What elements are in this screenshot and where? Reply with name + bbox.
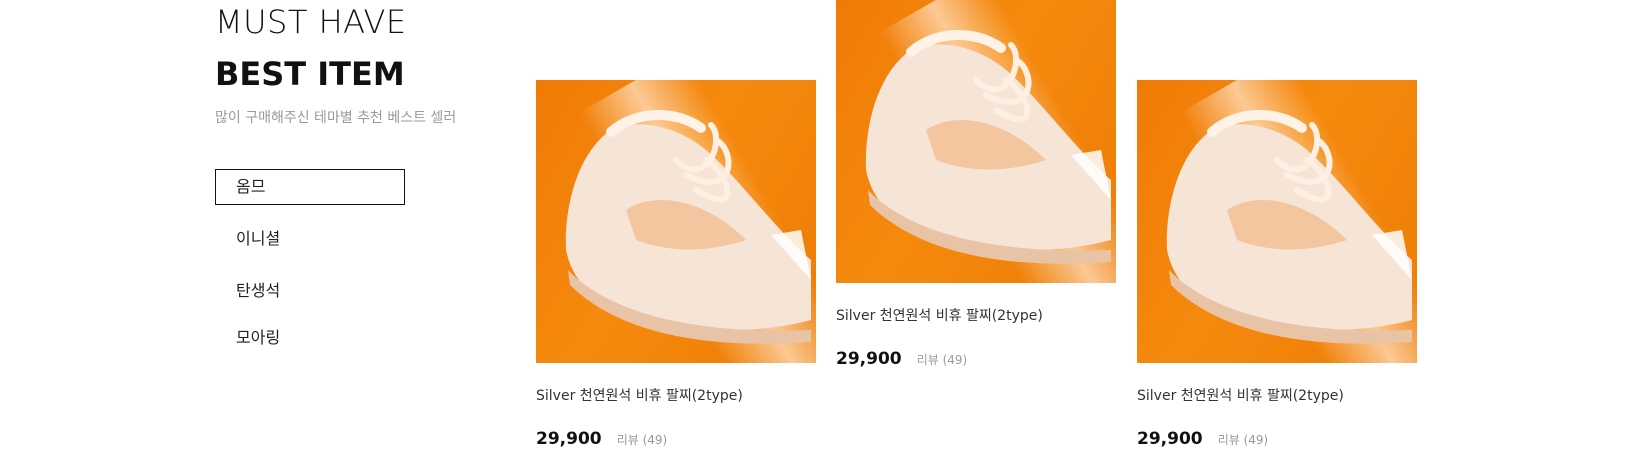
best-item-section: MUST HAVE BEST ITEM 많이 구매해주신 테마별 추천 베스트 … xyxy=(0,0,1629,469)
tab-moa-ring[interactable]: 모아링 xyxy=(215,320,405,356)
product-name[interactable]: Silver 천연원석 비휴 팔찌(2type) xyxy=(1137,385,1417,405)
tab-initial[interactable]: 이니셜 xyxy=(215,221,405,257)
review-count: 리뷰 (49) xyxy=(616,433,668,447)
product-price: 29,900 xyxy=(536,429,602,449)
product-card[interactable]: Silver 천연원석 비휴 팔찌(2type) 29,900 리뷰 (49) xyxy=(836,0,1116,369)
product-image[interactable] xyxy=(836,0,1116,283)
review-count: 리뷰 (49) xyxy=(1217,433,1269,447)
sneaker-illustration xyxy=(1166,109,1412,344)
section-subtitle: 많이 구매해주신 테마별 추천 베스트 셀러 xyxy=(215,110,457,126)
product-name[interactable]: Silver 천연원석 비휴 팔찌(2type) xyxy=(536,385,816,405)
tab-homme[interactable]: 옴므 xyxy=(215,169,405,205)
tab-birthstone[interactable]: 탄생석 xyxy=(215,273,405,309)
sneaker-illustration xyxy=(565,109,811,344)
price-row: 29,900 리뷰 (49) xyxy=(836,349,1116,369)
section-title-line2: BEST ITEM xyxy=(215,55,405,93)
product-price: 29,900 xyxy=(836,349,902,369)
review-count: 리뷰 (49) xyxy=(916,353,968,367)
price-row: 29,900 리뷰 (49) xyxy=(536,429,816,449)
product-name[interactable]: Silver 천연원석 비휴 팔찌(2type) xyxy=(836,305,1116,325)
product-image[interactable] xyxy=(1137,80,1417,363)
sneaker-illustration xyxy=(865,29,1111,264)
product-price: 29,900 xyxy=(1137,429,1203,449)
product-card[interactable]: Silver 천연원석 비휴 팔찌(2type) 29,900 리뷰 (49) xyxy=(1137,80,1417,449)
section-title-line1: MUST HAVE xyxy=(215,3,407,41)
price-row: 29,900 리뷰 (49) xyxy=(1137,429,1417,449)
product-image[interactable] xyxy=(536,80,816,363)
product-card[interactable]: Silver 천연원석 비휴 팔찌(2type) 29,900 리뷰 (49) xyxy=(536,80,816,449)
